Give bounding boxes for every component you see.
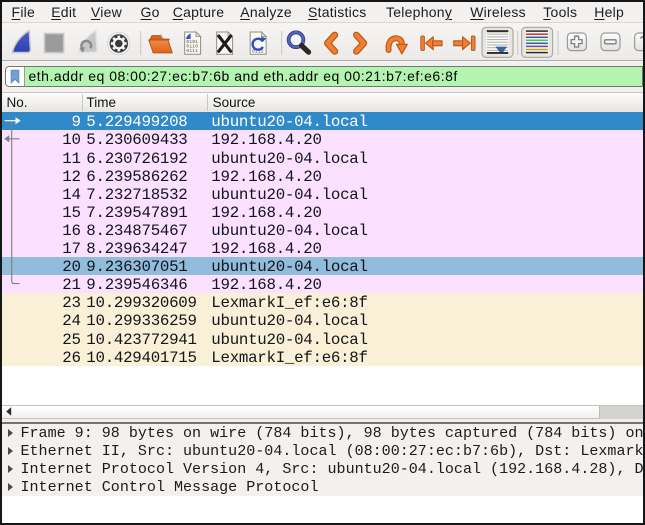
svg-text:0111: 0111 [186, 48, 198, 54]
